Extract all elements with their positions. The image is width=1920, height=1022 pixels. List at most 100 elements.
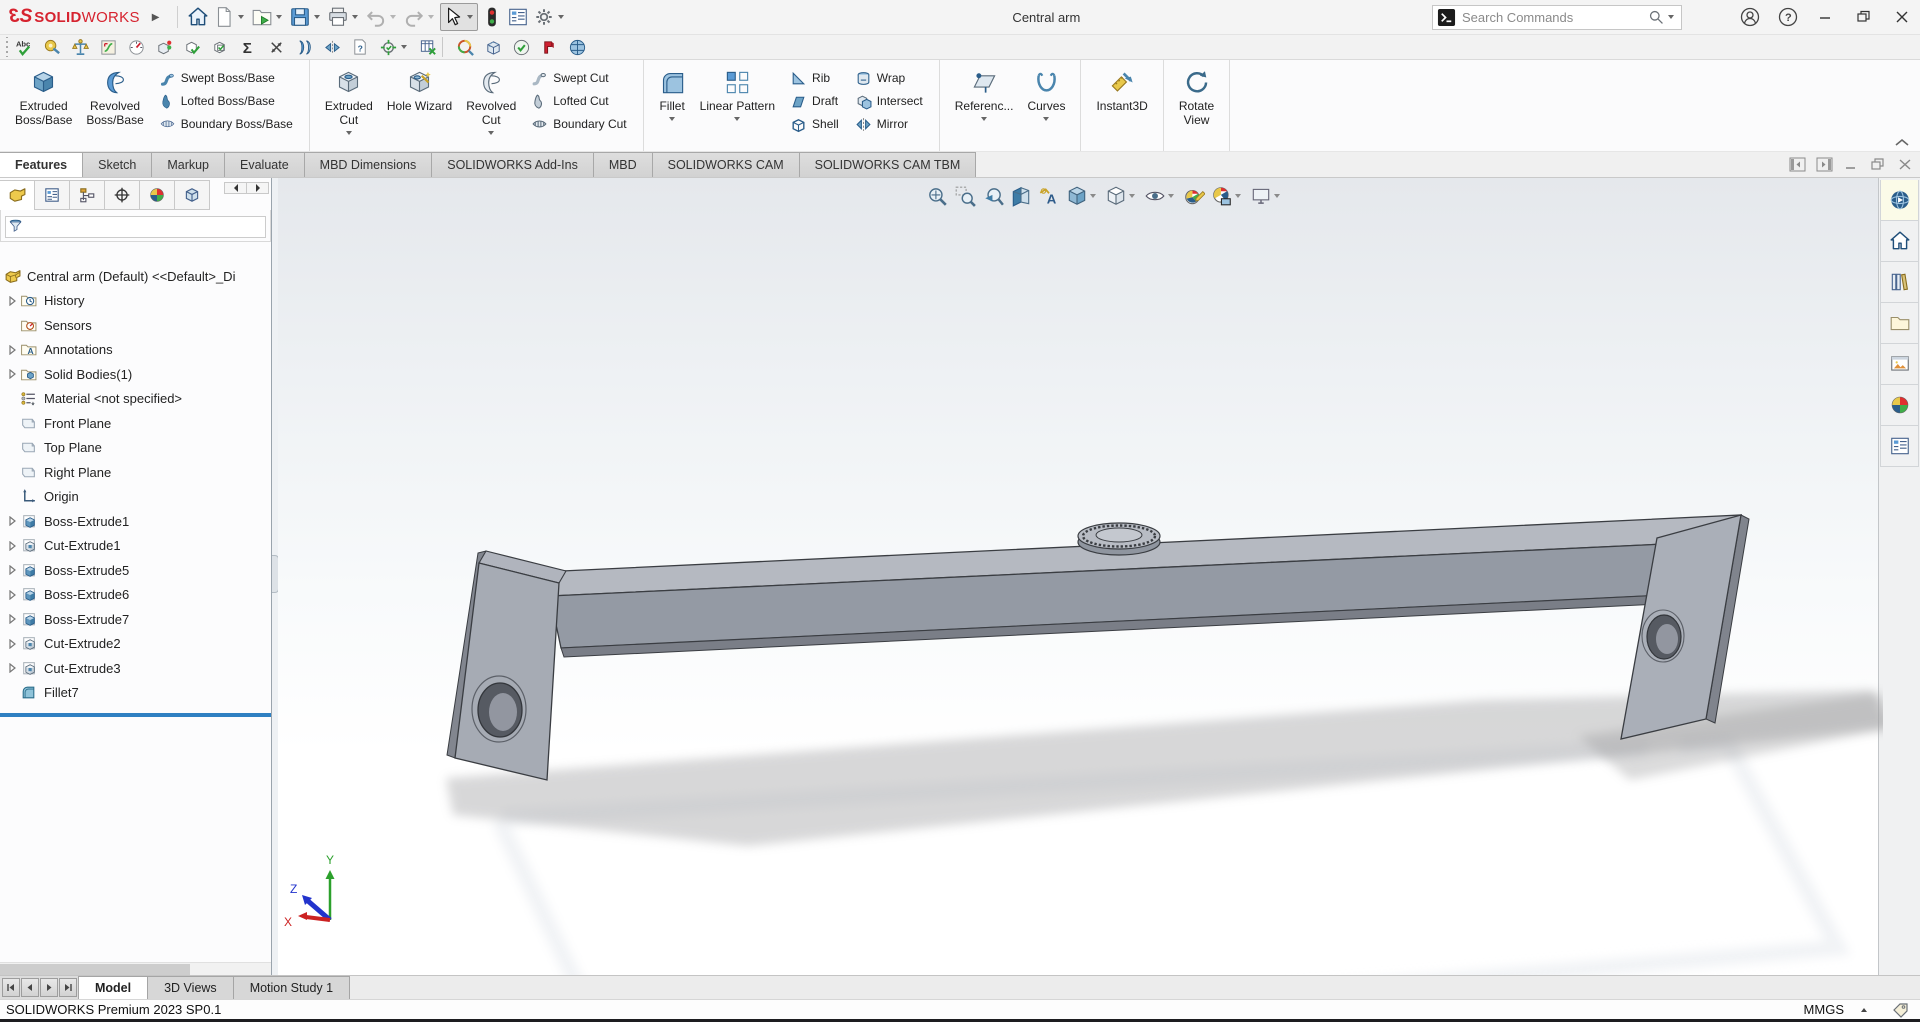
reference-geometry-button[interactable]: Referenc... [948, 64, 1021, 149]
dropdown-caret[interactable] [669, 117, 675, 121]
draft-button[interactable]: Draft [786, 90, 843, 112]
rib-button[interactable]: Rib [786, 67, 843, 89]
search-input[interactable] [1462, 10, 1648, 25]
brand-expand-arrow[interactable]: ▶ [152, 12, 160, 23]
view-orientation-button[interactable] [1063, 183, 1102, 209]
undo-button[interactable] [364, 4, 400, 30]
dropdown-caret[interactable] [1090, 194, 1096, 198]
rollback-bar[interactable] [0, 713, 271, 717]
panel-tabs-scroll-left[interactable] [224, 182, 247, 194]
displaymanager-tab[interactable] [139, 180, 175, 210]
zoom-area-button[interactable] [951, 183, 979, 209]
tree-item[interactable]: Solid Bodies(1) [0, 362, 271, 387]
tree-item[interactable]: Front Plane [0, 411, 271, 436]
tree-filter-input[interactable] [5, 216, 266, 238]
user-account-icon[interactable] [1740, 7, 1760, 27]
check-active-document-button[interactable] [210, 36, 231, 59]
viewport-canvas[interactable]: A [278, 178, 1878, 975]
print-button[interactable] [326, 4, 362, 30]
selection-filter-button[interactable] [480, 4, 504, 30]
equations-button[interactable]: Σ [238, 36, 259, 59]
section-view-button[interactable] [1007, 183, 1035, 209]
dropdown-caret[interactable] [1043, 117, 1049, 121]
collapse-ribbon-icon[interactable] [1894, 137, 1910, 147]
revolved-boss-base-button[interactable]: RevolvedBoss/Base [79, 64, 150, 149]
home-button[interactable] [186, 4, 210, 30]
geometry-check-button[interactable] [182, 36, 203, 59]
extruded-cut-button[interactable]: ExtrudedCut [318, 64, 380, 149]
tag-icon[interactable] [1892, 1002, 1910, 1018]
panel-splitter[interactable] [271, 178, 278, 975]
expand-arrow-icon[interactable] [6, 369, 20, 379]
expand-arrow-icon[interactable] [6, 590, 20, 600]
compare-documents-button[interactable]: ? [350, 36, 371, 59]
tree-root-item[interactable]: Central arm (Default) <<Default>_Di [0, 264, 271, 289]
scan-to-3d-button[interactable] [483, 36, 504, 59]
document-tab[interactable]: Motion Study 1 [233, 976, 350, 999]
dimxpertmanager-tab[interactable] [104, 180, 140, 210]
restore-button[interactable] [1854, 8, 1874, 26]
scrollbar-thumb[interactable] [0, 964, 190, 975]
intersect-button[interactable]: Intersect [851, 90, 927, 112]
boundary-boss-base-button[interactable]: Boundary Boss/Base [155, 113, 297, 135]
design-check-button[interactable] [378, 36, 411, 59]
measure-button[interactable] [42, 36, 63, 59]
ribbon-tab[interactable]: MBD [593, 152, 653, 177]
search-icon[interactable] [1648, 9, 1665, 26]
mirror-button[interactable]: Mirror [851, 113, 927, 135]
solidworks-resources-tab[interactable] [1880, 180, 1919, 221]
dropdown-caret[interactable] [558, 15, 564, 19]
dropdown-caret[interactable] [467, 15, 473, 19]
deviation-analysis-button[interactable] [266, 36, 287, 59]
search-dropdown-caret[interactable] [1668, 15, 1674, 19]
first-tab-button[interactable] [2, 978, 20, 997]
dropdown-caret[interactable] [981, 117, 987, 121]
expand-arrow-icon[interactable] [6, 296, 20, 306]
linear-pattern-button[interactable]: Linear Pattern [693, 64, 782, 149]
tree-item[interactable]: Boss-Extrude1 [0, 509, 271, 534]
view-settings-button[interactable] [1247, 183, 1286, 209]
dropdown-caret[interactable] [428, 15, 434, 19]
draft-analysis-button[interactable] [294, 36, 315, 59]
tree-item[interactable]: Top Plane [0, 436, 271, 461]
ribbon-tab[interactable]: Markup [151, 152, 225, 177]
zoom-fit-button[interactable] [923, 183, 951, 209]
ribbon-tab[interactable]: Features [0, 152, 83, 177]
swept-boss-base-button[interactable]: Swept Boss/Base [155, 67, 297, 89]
more-tab[interactable] [174, 180, 210, 210]
tree-item[interactable]: Sensors [0, 313, 271, 338]
design-library-tab[interactable] [1880, 262, 1919, 303]
dropdown-caret[interactable] [401, 45, 407, 49]
tree-item[interactable]: A Annotations [0, 338, 271, 363]
view-palette-tab[interactable] [1880, 344, 1919, 385]
import-diagnostics-button[interactable] [154, 36, 175, 59]
configurationmanager-tab[interactable] [69, 180, 105, 210]
tree-item[interactable]: Material <not specified> [0, 387, 271, 412]
toolbar-grip-handle[interactable] [3, 37, 10, 57]
curves-button[interactable]: Curves [1020, 64, 1072, 149]
search-commands-box[interactable] [1432, 5, 1682, 30]
hide-show-items-button[interactable] [1141, 183, 1180, 209]
costing-button[interactable] [418, 35, 448, 59]
document-close-icon[interactable] [1897, 157, 1914, 172]
last-tab-button[interactable] [59, 978, 77, 997]
visualize-button[interactable] [455, 36, 476, 59]
expand-arrow-icon[interactable] [6, 418, 20, 428]
extruded-boss-base-button[interactable]: ExtrudedBoss/Base [8, 64, 79, 149]
lofted-boss-base-button[interactable]: Lofted Boss/Base [155, 90, 297, 112]
tree-item[interactable]: Fillet7 [0, 681, 271, 706]
dropdown-caret[interactable] [276, 15, 282, 19]
previous-tab-button[interactable] [21, 978, 39, 997]
wrap-button[interactable]: Wrap [851, 67, 927, 89]
hole-wizard-button[interactable]: Hole Wizard [380, 64, 459, 149]
dropdown-caret[interactable] [488, 131, 494, 135]
tree-item[interactable]: Boss-Extrude7 [0, 607, 271, 632]
dropdown-caret[interactable] [314, 15, 320, 19]
expand-arrow-icon[interactable] [6, 345, 20, 355]
performance-evaluation-button[interactable] [126, 36, 147, 59]
dropdown-caret[interactable] [1129, 194, 1135, 198]
tree-item[interactable]: Cut-Extrude2 [0, 632, 271, 657]
close-button[interactable] [1892, 8, 1912, 26]
select-button[interactable] [440, 3, 478, 31]
units-caret-icon[interactable] [1861, 1008, 1867, 1012]
